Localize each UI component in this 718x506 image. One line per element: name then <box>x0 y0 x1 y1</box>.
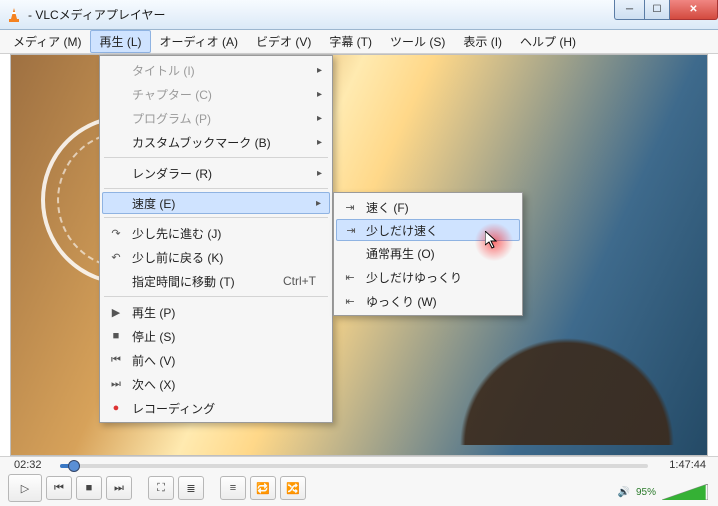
window-title: - VLCメディアプレイヤー <box>28 6 165 23</box>
close-button[interactable]: ✕ <box>670 0 718 20</box>
menu-bookmarks[interactable]: カスタムブックマーク (B)▸ <box>102 130 330 154</box>
menu-audio[interactable]: オーディオ (A) <box>151 30 248 53</box>
menu-subtitle[interactable]: 字幕 (T) <box>320 30 381 53</box>
menu-jump-forward[interactable]: ↷少し先に進む (J) <box>102 221 330 245</box>
next-button[interactable]: ⏭ <box>106 476 132 500</box>
maximize-button[interactable]: ☐ <box>644 0 670 20</box>
menu-view[interactable]: 表示 (I) <box>454 30 511 53</box>
window-titlebar: - VLCメディアプレイヤー ─ ☐ ✕ <box>0 0 718 30</box>
stop-button[interactable]: ■ <box>76 476 102 500</box>
volume-percent-label: 95% <box>636 487 656 498</box>
menu-prev[interactable]: ⏮前へ (V) <box>102 348 330 372</box>
fullscreen-button[interactable]: ⛶ <box>148 476 174 500</box>
menu-separator <box>104 157 328 158</box>
menu-play[interactable]: ▶再生 (P) <box>102 300 330 324</box>
controls-bar: 02:32 1:47:44 ▷ ⏮ ■ ⏭ ⛶ ≣ ≡ 🔁 🔀 🔊 95% <box>0 456 718 506</box>
playlist-button[interactable]: ≡ <box>220 476 246 500</box>
faster-icon: ⇥ <box>343 224 359 237</box>
speed-normal[interactable]: 通常再生 (O) <box>336 241 520 265</box>
play-button[interactable]: ▷ <box>8 474 42 502</box>
stop-icon: ■ <box>108 330 124 342</box>
menu-stop[interactable]: ■停止 (S) <box>102 324 330 348</box>
time-total[interactable]: 1:47:44 <box>669 459 706 471</box>
time-elapsed[interactable]: 02:32 <box>14 459 42 471</box>
slower-icon: ⇤ <box>342 271 358 284</box>
prev-icon: ⏮ <box>108 354 124 367</box>
jump-forward-icon: ↷ <box>108 227 124 240</box>
submenu-arrow-icon: ▸ <box>317 113 322 124</box>
menu-media[interactable]: メディア (M) <box>4 30 90 53</box>
playback-menu-dropdown: タイトル (I)▸ チャプター (C)▸ プログラム (P)▸ カスタムブックマ… <box>99 55 333 423</box>
record-icon: ● <box>108 402 124 414</box>
menu-speed[interactable]: 速度 (E)▸ <box>102 192 330 214</box>
loop-button[interactable]: 🔁 <box>250 476 276 500</box>
menu-help[interactable]: ヘルプ (H) <box>511 30 585 53</box>
volume-control[interactable]: 🔊 95% <box>618 484 708 500</box>
menu-playback[interactable]: 再生 (L) <box>90 30 150 53</box>
submenu-arrow-icon: ▸ <box>317 89 322 100</box>
menu-jump-backward[interactable]: ↶少し前に戻る (K) <box>102 245 330 269</box>
play-icon: ▶ <box>108 306 124 319</box>
speed-fine-faster[interactable]: ⇥少しだけ速く <box>336 219 520 241</box>
slower-icon: ⇤ <box>342 295 358 308</box>
menu-title[interactable]: タイトル (I)▸ <box>102 58 330 82</box>
menu-program[interactable]: プログラム (P)▸ <box>102 106 330 130</box>
speed-submenu-dropdown: ⇥速く (F) ⇥少しだけ速く 通常再生 (O) ⇤少しだけゆっくり ⇤ゆっくり… <box>333 192 523 316</box>
menu-separator <box>104 188 328 189</box>
menubar: メディア (M) 再生 (L) オーディオ (A) ビデオ (V) 字幕 (T)… <box>0 30 718 54</box>
speed-faster[interactable]: ⇥速く (F) <box>336 195 520 219</box>
volume-slider[interactable] <box>662 484 708 500</box>
menu-video[interactable]: ビデオ (V) <box>247 30 320 53</box>
transport-buttons: ▷ ⏮ ■ ⏭ ⛶ ≣ ≡ 🔁 🔀 <box>8 474 306 502</box>
next-icon: ⏭ <box>108 378 124 391</box>
vlc-icon <box>6 7 22 23</box>
menu-renderer[interactable]: レンダラー (R)▸ <box>102 161 330 185</box>
prev-button[interactable]: ⏮ <box>46 476 72 500</box>
menu-record[interactable]: ●レコーディング <box>102 396 330 420</box>
shortcut-label: Ctrl+T <box>283 274 316 288</box>
speed-fine-slower[interactable]: ⇤少しだけゆっくり <box>336 265 520 289</box>
menu-chapter[interactable]: チャプター (C)▸ <box>102 82 330 106</box>
minimize-button[interactable]: ─ <box>614 0 644 20</box>
faster-icon: ⇥ <box>342 201 358 214</box>
speed-slower[interactable]: ⇤ゆっくり (W) <box>336 289 520 313</box>
submenu-arrow-icon: ▸ <box>317 168 322 179</box>
window-buttons: ─ ☐ ✕ <box>614 0 718 20</box>
menu-tools[interactable]: ツール (S) <box>381 30 454 53</box>
extended-settings-button[interactable]: ≣ <box>178 476 204 500</box>
submenu-arrow-icon: ▸ <box>316 198 321 209</box>
menu-goto-time[interactable]: 指定時間に移動 (T)Ctrl+T <box>102 269 330 293</box>
submenu-arrow-icon: ▸ <box>317 137 322 148</box>
menu-separator <box>104 296 328 297</box>
seek-slider[interactable] <box>60 461 648 471</box>
menu-separator <box>104 217 328 218</box>
speaker-icon[interactable]: 🔊 <box>618 487 630 498</box>
submenu-arrow-icon: ▸ <box>317 65 322 76</box>
jump-backward-icon: ↶ <box>108 251 124 264</box>
seek-knob[interactable] <box>68 460 80 472</box>
menu-next[interactable]: ⏭次へ (X) <box>102 372 330 396</box>
shuffle-button[interactable]: 🔀 <box>280 476 306 500</box>
